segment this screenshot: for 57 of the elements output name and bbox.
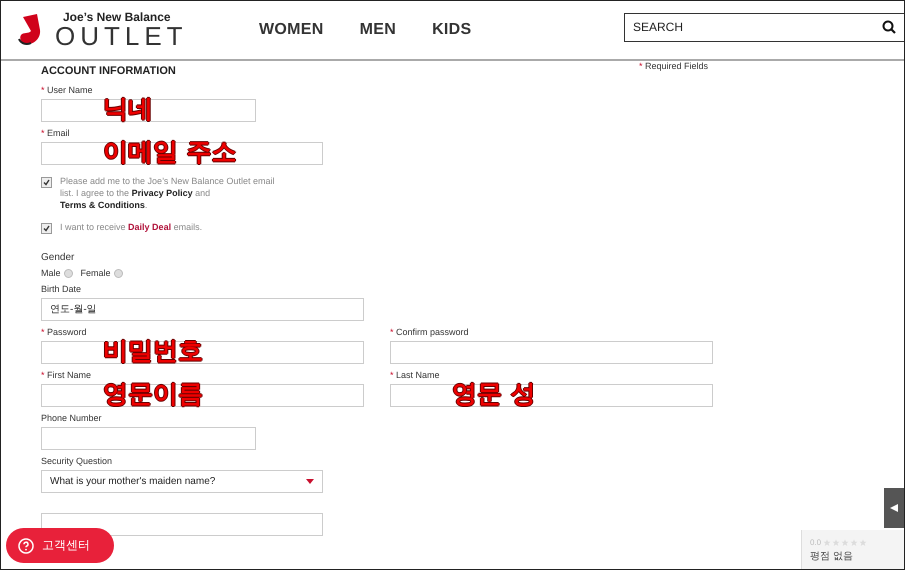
option-label: Female <box>80 268 111 278</box>
search-field[interactable]: SEARCH <box>624 12 904 42</box>
nav-link[interactable]: MEN <box>360 21 396 39</box>
field-label: Birth Date <box>41 284 82 294</box>
question-icon <box>18 538 34 554</box>
annotation-text: 영문이름 <box>103 378 203 410</box>
arrow-icon <box>890 504 898 512</box>
side-tab[interactable] <box>884 488 904 528</box>
input-field[interactable] <box>41 142 323 165</box>
option-label: Male <box>41 268 61 278</box>
rating-score: 0.0 <box>810 538 822 547</box>
dropdown[interactable]: What is your mother's maiden name? <box>41 470 323 493</box>
annotation-text: 이메일 주소 <box>103 136 237 168</box>
nav-link[interactable]: KIDS <box>432 21 472 39</box>
input-field[interactable] <box>390 384 713 407</box>
input-field[interactable] <box>41 384 364 407</box>
input-field[interactable] <box>390 341 713 364</box>
radio-button[interactable] <box>114 268 123 278</box>
annotation-text: 닉네 <box>103 93 153 125</box>
section-title: ACCOUNT INFORMATION <box>41 65 176 77</box>
input-field[interactable] <box>41 427 256 450</box>
field-label: Email <box>47 128 70 138</box>
required-mark: * <box>41 85 45 95</box>
search-icon[interactable] <box>882 20 896 34</box>
required-mark: * <box>41 327 45 337</box>
field-label: Confirm password <box>396 327 469 337</box>
field-label: User Name <box>47 85 93 95</box>
checkbox-label: Please add me to the Joe’s New Balance Outlet email list. I agree to the Privacy Policy and Terms & Conditions. <box>60 175 276 211</box>
input-field[interactable]: 연도-월-일 <box>41 298 364 321</box>
required-mark: * <box>41 370 45 380</box>
field-label: Password <box>47 327 87 337</box>
required-mark: * <box>390 370 394 380</box>
rating-text: 평점 없음 <box>810 550 854 563</box>
required-note: * Required Fields <box>639 61 708 71</box>
field-label: Phone Number <box>41 413 102 423</box>
checkbox[interactable] <box>41 177 52 188</box>
help-button[interactable]: 고객센터 <box>6 528 114 563</box>
caret-icon <box>306 479 314 484</box>
required-mark: * <box>390 327 394 337</box>
field-label: Gender <box>41 252 76 263</box>
input-field[interactable] <box>41 99 256 122</box>
required-mark: * <box>41 128 45 138</box>
field-label: Security Question <box>41 456 112 466</box>
field-label: First Name <box>47 370 92 380</box>
link[interactable]: Daily Deal <box>128 222 172 232</box>
input-field[interactable] <box>41 513 323 536</box>
input-field[interactable] <box>41 341 364 364</box>
field-label: Last Name <box>396 370 440 380</box>
logo-text: OUTLET <box>55 23 188 49</box>
annotation-text: 비밀번호 <box>103 335 203 367</box>
checkbox-label: I want to receive Daily Deal emails. <box>60 221 202 234</box>
radio-button[interactable] <box>64 268 73 278</box>
logo-text: Joe’s New Balance <box>62 11 172 23</box>
checkbox[interactable] <box>41 223 52 234</box>
nav-link[interactable]: WOMEN <box>259 21 324 39</box>
logo[interactable]: Joe’s New Balance OUTLET <box>17 11 257 49</box>
annotation-text: 영문 성 <box>452 378 536 410</box>
